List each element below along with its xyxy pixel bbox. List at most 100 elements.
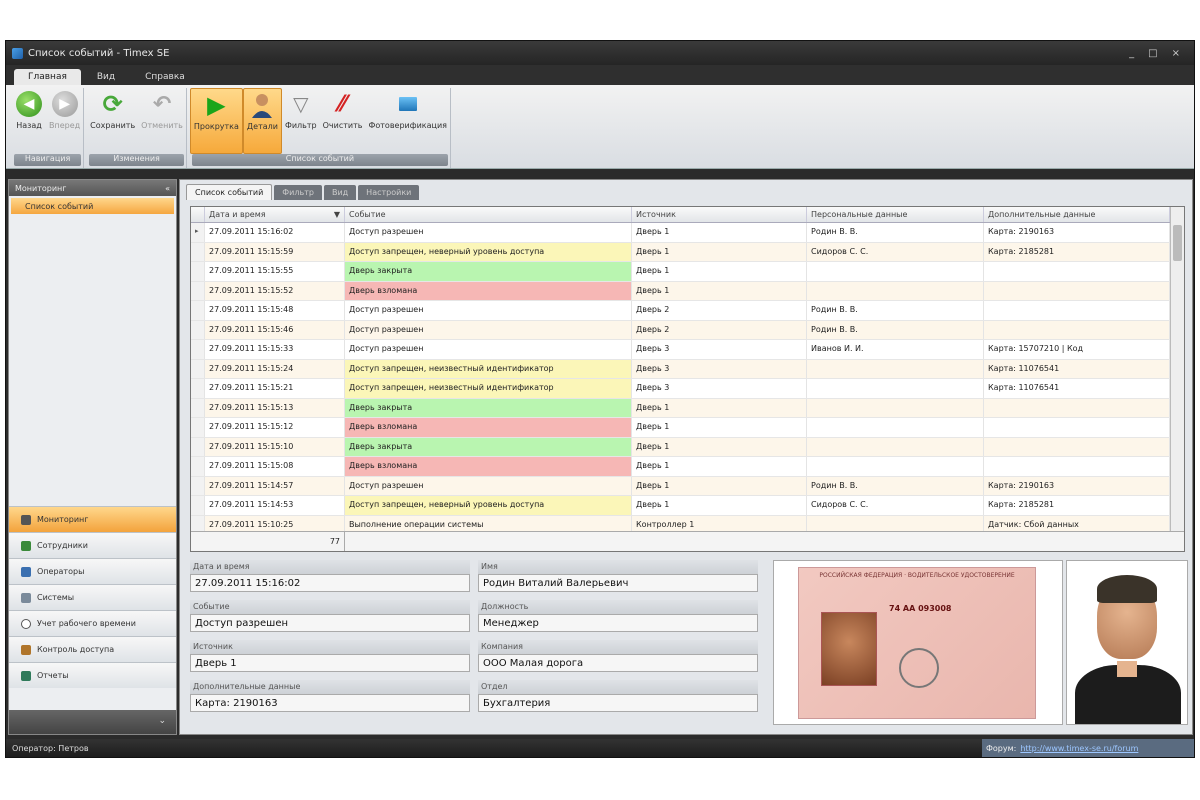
- collapse-icon[interactable]: «: [165, 184, 170, 193]
- table-row[interactable]: 27.09.2011 15:15:52 Дверь взломана Дверь 1: [191, 281, 1184, 301]
- field-event[interactable]: Доступ разрешен: [190, 614, 470, 632]
- table-row[interactable]: 27.09.2011 15:14:53 Доступ запрещен, неве…: [191, 496, 1184, 516]
- nav-item-systems[interactable]: Системы: [9, 584, 176, 610]
- label-department: Отдел: [478, 680, 758, 694]
- column-header-personal[interactable]: Персональные данные: [807, 207, 984, 222]
- save-button[interactable]: ⟳ Сохранить: [87, 88, 138, 154]
- minimize-icon[interactable]: _: [1129, 48, 1134, 59]
- cell-personal: [807, 398, 984, 417]
- cell-source: Дверь 3: [632, 340, 807, 359]
- table-row[interactable]: ▸ 27.09.2011 15:16:02 Доступ разрешен Дверь…: [191, 223, 1184, 243]
- cell-source: Дверь 1: [632, 418, 807, 437]
- cell-datetime: 27.09.2011 15:16:02: [205, 223, 345, 242]
- undo-label: Отменить: [141, 121, 183, 130]
- tab-filter[interactable]: Фильтр: [274, 185, 322, 200]
- forward-button[interactable]: ▶ Вперед: [46, 88, 83, 154]
- nav-item-employees[interactable]: Сотрудники: [9, 532, 176, 558]
- cell-personal: [807, 379, 984, 398]
- ribbon-tab-home[interactable]: Главная: [14, 69, 81, 85]
- column-header-event[interactable]: Событие: [345, 207, 632, 222]
- view-tabs: Список событий Фильтр Вид Настройки: [180, 180, 1192, 200]
- save-refresh-icon: ⟳: [102, 90, 123, 118]
- employees-icon: [21, 540, 31, 551]
- table-row[interactable]: 27.09.2011 15:15:08 Дверь взломана Дверь 1: [191, 457, 1184, 477]
- sidebar-item-event-list[interactable]: Список событий: [11, 198, 174, 214]
- reports-icon: [21, 670, 31, 681]
- field-department[interactable]: Бухгалтерия: [478, 694, 758, 712]
- table-row[interactable]: 27.09.2011 15:15:59 Доступ запрещен, неве…: [191, 242, 1184, 262]
- row-indicator: [191, 398, 205, 417]
- field-source[interactable]: Дверь 1: [190, 654, 470, 672]
- field-extra[interactable]: Карта: 2190163: [190, 694, 470, 712]
- table-row[interactable]: 27.09.2011 15:15:10 Дверь закрыта Дверь 1: [191, 437, 1184, 457]
- nav-label: Контроль доступа: [37, 645, 115, 654]
- status-bar: Оператор: Петров Форум: http://www.timex…: [6, 739, 1194, 757]
- photo-neck: [1117, 661, 1137, 677]
- row-indicator: [191, 340, 205, 359]
- tab-settings[interactable]: Настройки: [358, 185, 420, 200]
- column-header-extra[interactable]: Дополнительные данные: [984, 207, 1170, 222]
- details-button[interactable]: Детали: [242, 88, 282, 154]
- cell-personal: [807, 418, 984, 437]
- row-indicator: [191, 496, 205, 515]
- sidebar-footer[interactable]: ⌄: [9, 710, 176, 734]
- table-row[interactable]: 27.09.2011 15:15:21 Доступ запрещен, неиз…: [191, 379, 1184, 399]
- clear-label: Очистить: [322, 121, 363, 130]
- scroll-thumb[interactable]: [1173, 225, 1182, 261]
- scroll-button[interactable]: ▶ Прокрутка: [189, 88, 243, 154]
- filter-button[interactable]: ▽ Фильтр: [282, 88, 320, 154]
- field-name[interactable]: Родин Виталий Валерьевич: [478, 574, 758, 592]
- row-indicator: [191, 301, 205, 320]
- title-bar: Список событий - Timex SE _ □ ×: [6, 41, 1194, 65]
- row-indicator: [191, 379, 205, 398]
- cell-source: Дверь 3: [632, 359, 807, 378]
- nav-item-reports[interactable]: Отчеты: [9, 662, 176, 688]
- ribbon-tab-help[interactable]: Справка: [131, 69, 199, 85]
- table-row[interactable]: 27.09.2011 15:15:24 Доступ запрещен, неиз…: [191, 359, 1184, 379]
- cell-event: Дверь взломана: [345, 418, 632, 437]
- license-number: 74 АА 093008: [889, 604, 952, 613]
- close-icon[interactable]: ×: [1172, 48, 1180, 59]
- cell-event: Дверь взломана: [345, 457, 632, 476]
- table-row[interactable]: 27.09.2011 15:15:12 Дверь взломана Дверь 1: [191, 418, 1184, 438]
- table-row[interactable]: 27.09.2011 15:15:48 Доступ разрешен Дверь …: [191, 301, 1184, 321]
- table-row[interactable]: 27.09.2011 15:15:46 Доступ разрешен Дверь …: [191, 320, 1184, 340]
- vertical-scrollbar[interactable]: [1170, 207, 1184, 533]
- table-row[interactable]: 27.09.2011 15:15:13 Дверь закрыта Дверь 1: [191, 398, 1184, 418]
- clear-button[interactable]: ⁄⁄ Очистить: [320, 88, 366, 154]
- nav-item-access-control[interactable]: Контроль доступа: [9, 636, 176, 662]
- main-area: Список событий Фильтр Вид Настройки Дата…: [179, 179, 1193, 735]
- grid-header: Дата и время ▼ Событие Источник Персональ…: [191, 207, 1184, 223]
- row-indicator: [191, 359, 205, 378]
- maximize-icon[interactable]: □: [1148, 48, 1157, 59]
- nav-item-operators[interactable]: Операторы: [9, 558, 176, 584]
- forward-label: Вперед: [49, 121, 81, 130]
- column-header-source[interactable]: Источник: [632, 207, 807, 222]
- photo-verification-button[interactable]: Фотоверификация: [365, 88, 449, 154]
- cell-event: Доступ запрещен, неверный уровень доступ…: [345, 242, 632, 261]
- tab-event-list[interactable]: Список событий: [186, 184, 273, 200]
- column-header-datetime[interactable]: Дата и время ▼: [205, 207, 345, 222]
- ribbon: ◀ Назад ▶ Вперед Навигация ⟳ Сохранить ↶…: [6, 85, 1194, 169]
- license-seal: [899, 648, 939, 688]
- field-position[interactable]: Менеджер: [478, 614, 758, 632]
- nav-list: Мониторинг Сотрудники Операторы Системы …: [9, 506, 176, 688]
- forum-link[interactable]: http://www.timex-se.ru/forum: [1020, 744, 1170, 753]
- back-button[interactable]: ◀ Назад: [12, 88, 46, 154]
- cell-source: Дверь 1: [632, 496, 807, 515]
- table-row[interactable]: 27.09.2011 15:14:57 Доступ разрешен Дверь …: [191, 476, 1184, 496]
- app-window: Список событий - Timex SE _ □ × Главная …: [5, 40, 1195, 758]
- ribbon-tab-view[interactable]: Вид: [83, 69, 129, 85]
- undo-button[interactable]: ↶ Отменить: [138, 88, 186, 154]
- expand-icon[interactable]: ⌄: [158, 716, 166, 726]
- table-row[interactable]: 27.09.2011 15:15:33 Доступ разрешен Дверь …: [191, 340, 1184, 360]
- field-company[interactable]: ООО Малая дорога: [478, 654, 758, 672]
- cell-extra: [984, 320, 1170, 339]
- label-source: Источник: [190, 640, 470, 654]
- nav-item-time-tracking[interactable]: Учет рабочего времени: [9, 610, 176, 636]
- field-datetime[interactable]: 27.09.2011 15:16:02: [190, 574, 470, 592]
- tab-view[interactable]: Вид: [323, 185, 357, 200]
- table-row[interactable]: 27.09.2011 15:15:55 Дверь закрыта Дверь 1: [191, 262, 1184, 282]
- nav-item-monitoring[interactable]: Мониторинг: [9, 506, 176, 532]
- cell-source: Дверь 1: [632, 262, 807, 281]
